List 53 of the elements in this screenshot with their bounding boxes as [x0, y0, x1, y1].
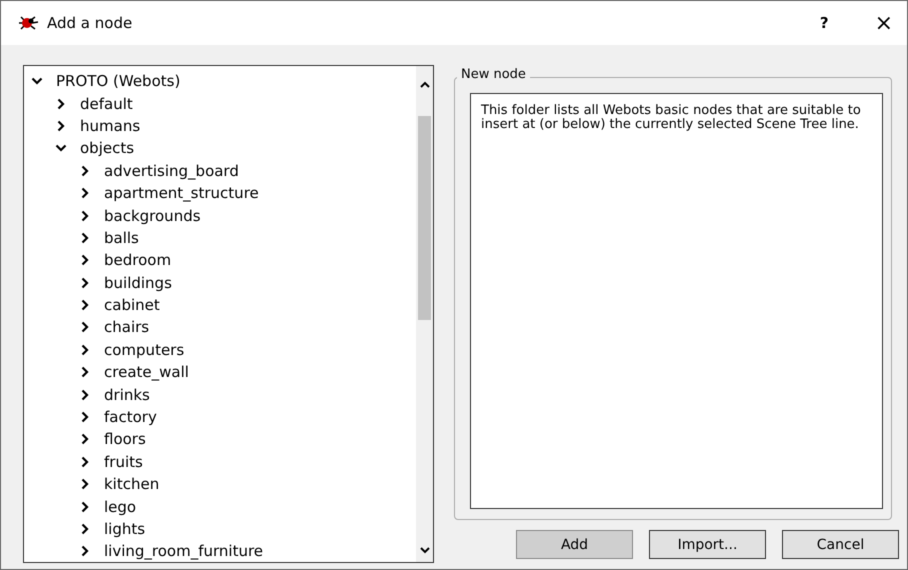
chevron-right-icon[interactable] — [80, 321, 90, 334]
chevron-right-icon[interactable] — [80, 500, 90, 513]
scrollbar-thumb[interactable] — [418, 116, 431, 320]
chevron-right-icon[interactable] — [80, 523, 90, 535]
window-title: Add a node — [47, 14, 134, 32]
chevron-right-icon[interactable] — [80, 433, 90, 446]
chevron-right-icon[interactable] — [80, 366, 90, 378]
close-button[interactable]: × — [874, 10, 893, 36]
tree-item[interactable]: humans — [80, 116, 140, 135]
chevron-right-icon[interactable] — [80, 232, 90, 244]
tree-item[interactable]: fruits — [104, 452, 143, 471]
tree-item[interactable]: advertising_board — [104, 162, 239, 180]
tree-item[interactable]: apartment_structure — [104, 184, 259, 202]
dialog-button[interactable]: Cancel — [782, 530, 899, 559]
chevron-right-icon[interactable] — [80, 478, 90, 490]
tree-item[interactable]: lights — [104, 520, 146, 538]
tree-item[interactable]: drinks — [104, 386, 150, 404]
scroll-down-icon[interactable] — [420, 546, 430, 554]
chevron-right-icon[interactable] — [56, 120, 66, 132]
chevron-right-icon[interactable] — [80, 164, 90, 177]
dialog-button[interactable]: Import... — [649, 530, 766, 559]
chevron-right-icon[interactable] — [80, 210, 90, 222]
chevron-right-icon[interactable] — [80, 254, 90, 266]
tree-item[interactable]: default — [80, 94, 133, 113]
chevron-right-icon[interactable] — [80, 187, 90, 200]
chevron-right-icon[interactable] — [80, 411, 90, 424]
tree-item[interactable]: cabinet — [104, 296, 160, 314]
chevron-right-icon[interactable] — [80, 276, 90, 289]
tree-item[interactable]: floors — [104, 430, 146, 448]
tree-item[interactable]: kitchen — [104, 475, 160, 494]
tree-item[interactable]: balls — [104, 228, 139, 247]
tree-item[interactable]: chairs — [104, 318, 150, 336]
tree-item[interactable]: computers — [104, 340, 184, 359]
chevron-right-icon[interactable] — [56, 98, 66, 110]
chevron-down-icon[interactable] — [55, 143, 67, 154]
tree-item[interactable]: backgrounds — [104, 206, 201, 225]
description-text: This folder lists all Webots basic nodes that are suitable to insert at (or below) the currently selected Scene Tree line. — [470, 93, 883, 509]
bug-icon — [17, 14, 39, 32]
tree-item[interactable]: buildings — [104, 274, 172, 292]
chevron-right-icon[interactable] — [80, 388, 90, 401]
chevron-right-icon[interactable] — [80, 545, 90, 558]
tree-item[interactable]: living_room_furniture — [104, 542, 264, 560]
tree-item[interactable]: objects — [80, 139, 134, 158]
chevron-right-icon[interactable] — [80, 344, 90, 356]
tree-item[interactable]: factory — [104, 408, 157, 426]
tree-item[interactable]: create_wall — [104, 363, 189, 382]
chevron-down-icon[interactable] — [31, 76, 43, 86]
chevron-right-icon[interactable] — [80, 456, 90, 468]
tree-item[interactable]: lego — [104, 498, 136, 516]
help-button[interactable]: ? — [820, 14, 829, 32]
tree-item[interactable]: bedroom — [104, 251, 172, 270]
chevron-right-icon[interactable] — [80, 299, 90, 312]
tree-item[interactable]: PROTO (Webots) — [56, 72, 180, 90]
